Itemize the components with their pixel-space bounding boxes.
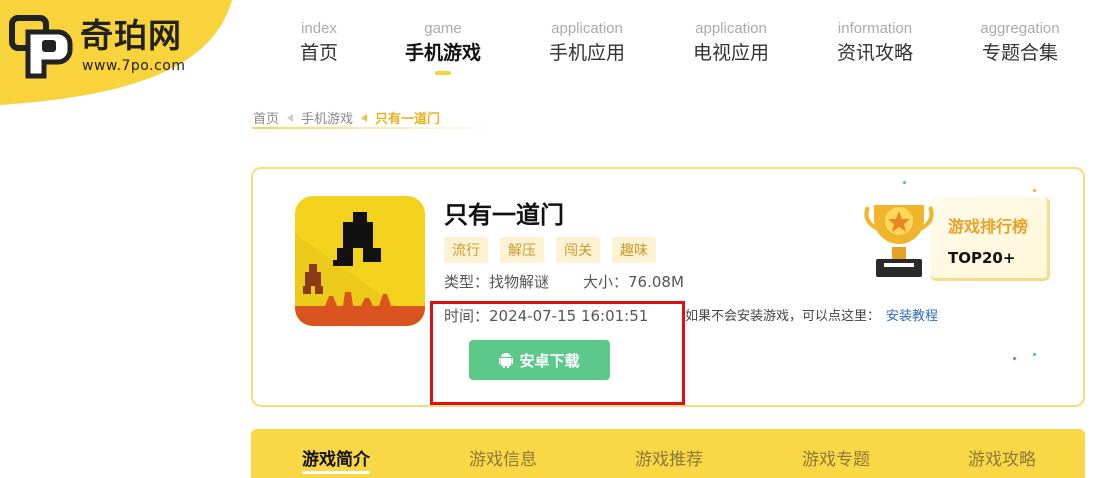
nav-item-en: information [837,20,913,37]
nav-item-label: 资讯攻略 [836,42,913,64]
game-detail-tabs: 游戏简介 游戏信息 游戏推荐 游戏专题 游戏攻略 [251,429,1085,478]
decor-dot [1013,357,1016,360]
nav-active-indicator [435,71,451,75]
nav-item-tv-apps[interactable]: application 电视应用 [671,20,791,67]
game-size: 大小：76.08M [583,273,684,291]
breadcrumb-category[interactable]: 手机游戏 [301,108,353,127]
breadcrumb-underline [252,127,497,129]
decor-dot [1033,189,1036,192]
tab-label: 游戏推荐 [635,450,703,470]
tab-info[interactable]: 游戏信息 [469,445,537,470]
main-nav: index 首页 game 手机游戏 application 手机应用 appl… [0,20,1114,80]
game-tags: 流行 解压 闯关 趣味 [444,237,656,263]
breadcrumb-current: 只有一道门 [375,112,441,127]
nav-item-aggregation[interactable]: aggregation 专题合集 [960,20,1080,67]
game-ranking-badge[interactable]: 游戏排行榜 TOP20+ [860,185,1060,285]
install-hint-text: 如果不会安装游戏，可以点这里： [685,309,881,324]
nav-item-label: 手机游戏 [404,42,481,64]
nav-item-en: index [301,20,337,37]
nav-item-en: application [695,20,767,37]
nav-item-game[interactable]: game 手机游戏 [383,20,503,75]
nav-item-en: game [424,20,462,37]
game-tag[interactable]: 闯关 [556,237,600,263]
tab-label: 游戏信息 [469,450,537,470]
breadcrumb-separator-icon [287,113,294,122]
install-hint: 如果不会安装游戏，可以点这里： 安装教程 [685,305,938,324]
breadcrumb: 首页 手机游戏 只有一道门 [253,108,440,127]
ranking-panel [930,197,1050,281]
nav-item-index[interactable]: index 首页 [259,20,379,67]
nav-item-label: 首页 [299,42,338,64]
download-highlight-box [430,301,685,405]
install-tutorial-link[interactable]: 安装教程 [886,309,938,324]
tab-intro[interactable]: 游戏简介 [302,445,370,474]
tab-label: 游戏专题 [802,450,870,470]
tab-recommend[interactable]: 游戏推荐 [635,445,703,470]
nav-item-label: 手机应用 [548,42,625,64]
breadcrumb-separator-icon [361,113,368,122]
game-title: 只有一道门 [444,201,564,229]
nav-item-information[interactable]: information 资讯攻略 [815,20,935,67]
tab-label: 游戏简介 [302,450,370,470]
nav-item-en: application [551,20,623,37]
decor-dot [1033,353,1036,356]
tab-label: 游戏攻略 [968,450,1036,470]
nav-item-en: aggregation [980,20,1060,37]
trophy-icon [864,205,934,277]
game-app-icon [295,196,425,326]
nav-item-mobile-apps[interactable]: application 手机应用 [527,20,647,67]
game-tag[interactable]: 解压 [500,237,544,263]
ranking-title: 游戏排行榜 [948,217,1029,236]
tab-active-indicator [302,471,370,474]
nav-item-label: 专题合集 [981,42,1058,64]
tab-topics[interactable]: 游戏专题 [802,445,870,470]
ranking-subtitle: TOP20+ [948,249,1016,267]
game-type: 类型：找物解谜 [444,273,550,291]
nav-item-label: 电视应用 [692,42,769,64]
decor-dot [903,181,906,184]
game-tag[interactable]: 流行 [444,237,488,263]
game-meta: 类型：找物解谜 大小：76.08M [444,271,684,292]
breadcrumb-home[interactable]: 首页 [253,108,279,127]
tab-guides[interactable]: 游戏攻略 [968,445,1036,470]
game-tag[interactable]: 趣味 [612,237,656,263]
